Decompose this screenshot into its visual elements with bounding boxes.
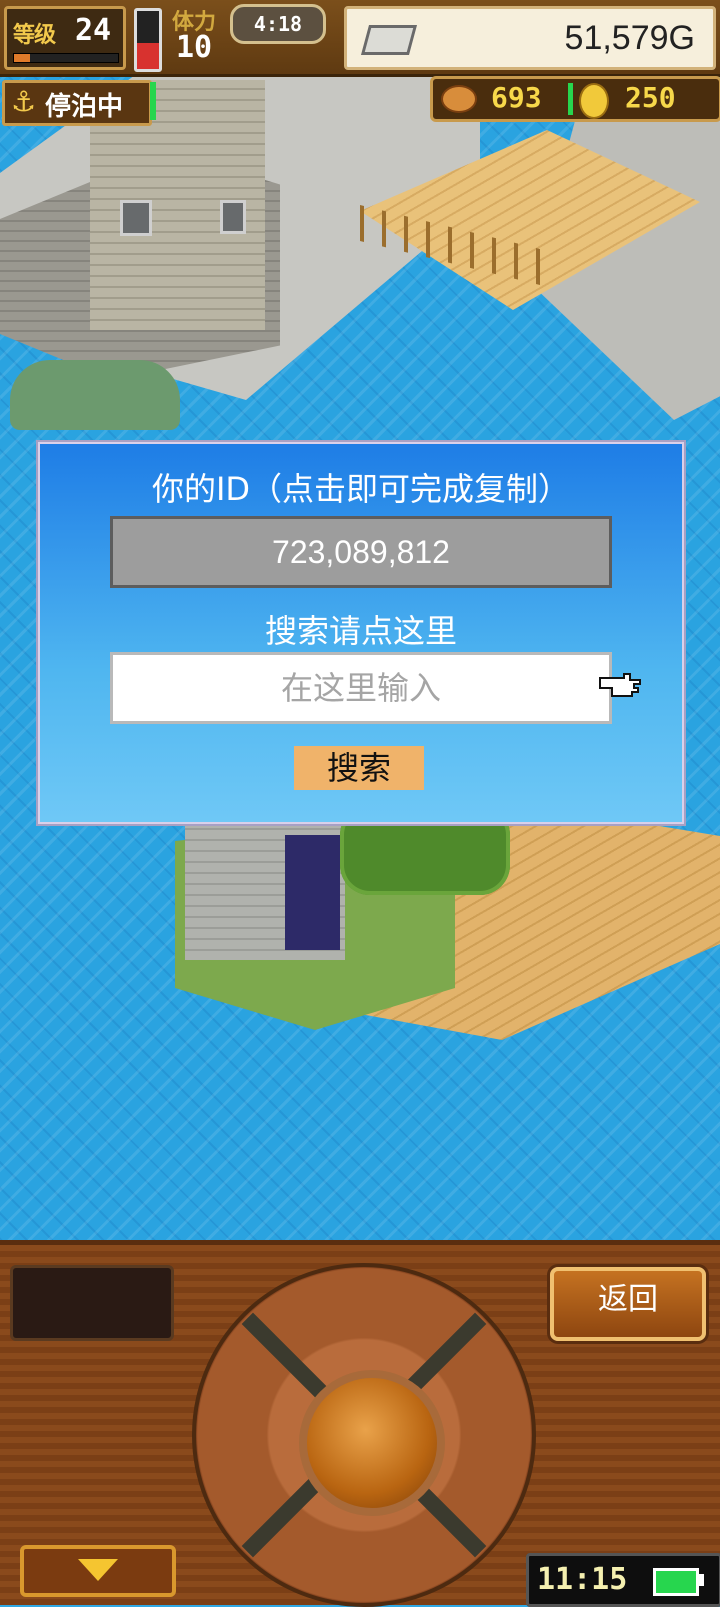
level-value: 24 bbox=[75, 13, 112, 48]
action-button[interactable] bbox=[299, 1370, 445, 1516]
search-title: 搜索请点这里 bbox=[264, 612, 457, 650]
shrubbery bbox=[10, 360, 180, 430]
coin-icon bbox=[579, 83, 609, 119]
house-door[interactable] bbox=[285, 835, 340, 950]
docked-label: 停泊中 bbox=[45, 92, 124, 122]
friend-id-dialog: 你的ID（点击即可完成复制） 723,089,812 搜索请点这里 搜索 bbox=[38, 442, 684, 824]
food-icon bbox=[441, 85, 477, 113]
down-arrow-icon bbox=[78, 1559, 118, 1581]
level-progress-fill bbox=[14, 54, 30, 62]
gold-panel: 51,579G bbox=[344, 6, 716, 70]
stamina-value: 10 bbox=[176, 30, 213, 65]
anchor-icon: ⚓ bbox=[11, 85, 37, 118]
level-progress-bar bbox=[13, 53, 119, 63]
game-clock: 4:18 bbox=[230, 4, 326, 44]
food-amount: 693 bbox=[491, 81, 542, 114]
pointing-hand-icon bbox=[599, 673, 641, 697]
status-indicator bbox=[150, 82, 156, 120]
hp-gauge bbox=[134, 8, 162, 72]
info-screen bbox=[10, 1265, 174, 1341]
docked-status[interactable]: ⚓ 停泊中 bbox=[2, 80, 152, 126]
level-panel: 等级 24 bbox=[4, 6, 126, 70]
id-title: 你的ID（点击即可完成复制） bbox=[151, 470, 571, 508]
silver-ingot-icon bbox=[360, 25, 418, 55]
controller-panel: 返回 11:15 bbox=[0, 1240, 720, 1607]
search-input[interactable] bbox=[110, 652, 612, 724]
level-label: 等级 bbox=[13, 23, 56, 48]
menu-toggle-button[interactable] bbox=[20, 1545, 176, 1597]
tower-window bbox=[120, 200, 152, 236]
resource-bar: 693 250 bbox=[430, 76, 720, 122]
resource-separator bbox=[568, 83, 573, 115]
top-hud: 等级 24 体力 10 4:18 51,579G bbox=[0, 0, 720, 77]
coin-amount: 250 bbox=[625, 81, 676, 114]
hp-gauge-fill bbox=[137, 42, 159, 69]
device-clock: 11:15 bbox=[526, 1553, 720, 1607]
gold-amount: 51,579G bbox=[564, 19, 695, 57]
player-id-copy-field[interactable]: 723,089,812 bbox=[110, 516, 612, 588]
battery-icon bbox=[653, 1568, 699, 1596]
back-button[interactable]: 返回 bbox=[550, 1267, 706, 1341]
battery-tip bbox=[699, 1574, 704, 1586]
tower-window bbox=[220, 200, 246, 234]
search-button[interactable]: 搜索 bbox=[294, 746, 424, 790]
device-time: 11:15 bbox=[537, 1562, 628, 1597]
dpad[interactable] bbox=[192, 1263, 536, 1607]
